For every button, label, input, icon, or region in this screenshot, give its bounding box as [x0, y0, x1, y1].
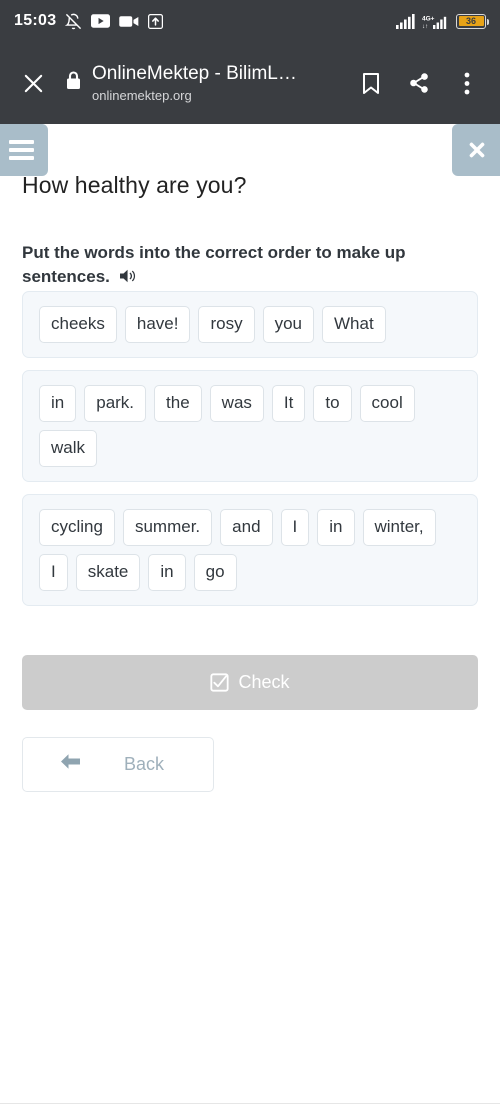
bottom-divider [0, 1103, 500, 1104]
network-4g-plus-icon: 4G+ ↓↑ [422, 14, 449, 29]
signal-bars-icon [396, 13, 415, 29]
word-chip[interactable]: in [39, 385, 77, 423]
page-top-controls [0, 124, 500, 182]
arrow-left-icon [59, 753, 82, 775]
task-instruction: Put the words into the correct order to … [0, 241, 470, 291]
hamburger-menu-icon[interactable] [0, 124, 48, 176]
word-chip[interactable]: skate [75, 554, 141, 591]
video-camera-icon [119, 15, 139, 28]
checkbox-checked-icon [210, 673, 230, 692]
word-chip[interactable]: I [39, 554, 68, 591]
svg-text:4G+: 4G+ [422, 15, 435, 22]
word-chip[interactable]: in [148, 554, 186, 591]
battery-fill: 36 [458, 15, 484, 26]
close-x-icon[interactable] [452, 124, 500, 176]
check-button-label: Check [238, 671, 290, 692]
browser-page-url: onlinemektep.org [92, 87, 192, 103]
share-icon[interactable] [400, 64, 438, 102]
svg-text:↓↑: ↓↑ [422, 24, 428, 29]
youtube-icon [91, 14, 111, 28]
word-bank-sentence-2: in park. the was It to cool walk [22, 370, 478, 483]
bell-muted-icon [65, 13, 82, 30]
close-icon[interactable] [14, 64, 52, 102]
hamburger-bars [8, 140, 34, 160]
status-clock: 15:03 [14, 12, 57, 29]
word-chip[interactable]: walk [39, 430, 98, 468]
word-chip[interactable]: cheeks [39, 306, 117, 344]
address-bar[interactable]: OnlineMektep - BilimL… onlinemektep.org [62, 62, 342, 104]
word-chip[interactable]: in [317, 509, 355, 546]
word-chip[interactable]: and [220, 509, 273, 546]
check-button[interactable]: Check [22, 654, 478, 710]
word-chip[interactable]: cool [359, 385, 415, 423]
android-status-bar: 15:03 4G+ ↓↑ 36 [0, 0, 500, 42]
word-chip[interactable]: winter, [362, 509, 436, 546]
word-chip[interactable]: was [209, 385, 264, 423]
status-bar-left: 15:03 [14, 12, 396, 30]
lesson-page: How healthy are you? Put the words into … [0, 124, 500, 1111]
back-button[interactable]: Back [22, 736, 214, 792]
word-chip[interactable]: have! [124, 306, 191, 344]
word-chip[interactable]: you [262, 306, 315, 344]
word-chip[interactable]: cycling [39, 509, 115, 546]
task-instruction-text: Put the words into the correct order to … [22, 243, 406, 287]
word-chip[interactable]: What [322, 306, 386, 344]
battery-icon: 36 [456, 13, 489, 29]
battery-percent-label: 36 [465, 15, 476, 26]
browser-toolbar: OnlineMektep - BilimL… onlinemektep.org [0, 42, 500, 124]
word-chip[interactable]: the [154, 385, 202, 423]
word-chip[interactable]: summer. [122, 509, 213, 546]
bookmark-icon[interactable] [352, 64, 390, 102]
lock-icon [66, 71, 81, 95]
word-chip[interactable]: It [271, 385, 306, 423]
status-bar-right: 4G+ ↓↑ 36 [396, 13, 489, 29]
word-chip[interactable]: park. [84, 385, 147, 423]
word-bank-sentence-1: cheeks have! rosy you What [22, 291, 478, 359]
back-button-label: Back [124, 753, 165, 774]
word-chip[interactable]: go [193, 554, 237, 591]
speaker-icon[interactable] [119, 267, 137, 291]
upload-arrow-icon [148, 13, 164, 29]
browser-page-title: OnlineMektep - BilimL… [92, 63, 297, 84]
word-chip[interactable]: rosy [198, 306, 255, 344]
word-chip[interactable]: I [280, 509, 310, 546]
word-bank-sentence-3: cycling summer. and I in winter, I skate… [22, 494, 478, 606]
more-vertical-icon[interactable] [448, 64, 486, 102]
word-chip[interactable]: to [313, 385, 352, 423]
